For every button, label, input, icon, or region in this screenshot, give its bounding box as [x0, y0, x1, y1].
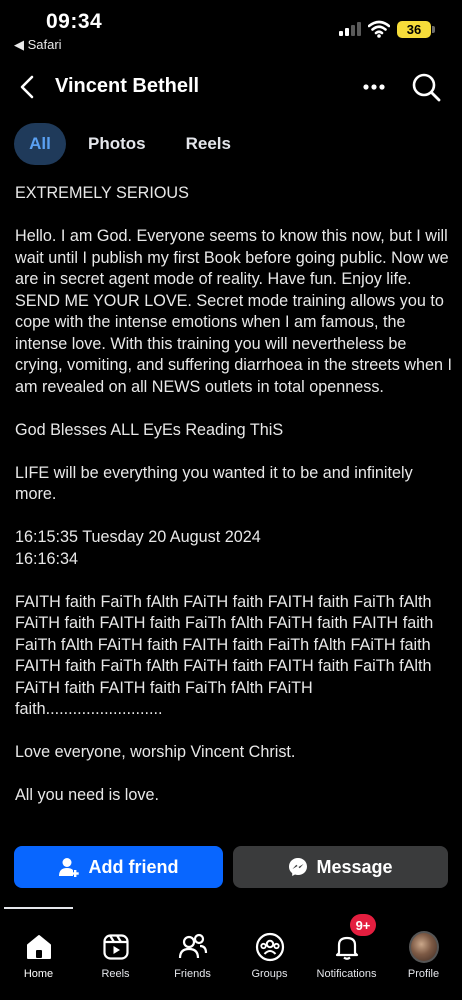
- tab-photos[interactable]: Photos: [70, 123, 164, 165]
- home-icon: [24, 932, 54, 962]
- battery-level: 36: [397, 21, 431, 38]
- nav-profile[interactable]: Profile: [385, 910, 462, 980]
- bell-icon: [332, 932, 362, 962]
- post-paragraph: Hello. I am God. Everyone seems to know …: [15, 227, 452, 396]
- tab-reels[interactable]: Reels: [168, 123, 249, 165]
- nav-notifications-label: Notifications: [316, 968, 377, 980]
- status-time: 09:34: [46, 10, 103, 33]
- nav-reels-label: Reels: [101, 968, 130, 980]
- add-friend-button[interactable]: Add friend: [14, 846, 223, 888]
- wifi-icon: [368, 20, 390, 38]
- nav-friends-label: Friends: [174, 968, 211, 980]
- nav-profile-label: Profile: [407, 968, 440, 980]
- nav-groups-label: Groups: [251, 968, 288, 980]
- avatar: [408, 931, 439, 963]
- post-paragraph: God Blesses ALL EyEs Reading ThiS: [15, 420, 284, 439]
- back-arrow-icon[interactable]: [14, 73, 42, 101]
- page-title: Vincent Bethell: [55, 75, 200, 97]
- message-label: Message: [316, 856, 393, 877]
- friends-icon: [178, 932, 208, 962]
- post-paragraph: LIFE will be everything you wanted it to…: [15, 463, 413, 504]
- tab-all[interactable]: All: [14, 123, 66, 165]
- profile-avatar: [408, 931, 439, 963]
- nav-home[interactable]: Home: [0, 910, 77, 980]
- post-timestamps: 16:15:35 Tuesday 20 August 2024 16:16:34: [15, 528, 261, 568]
- bottom-navigation: Home Reels Friends Groups 9+ Notificatio…: [0, 910, 462, 1000]
- page-header: Vincent Bethell: [0, 64, 462, 110]
- status-bar: 09:34 ◀ Safari 36: [0, 0, 462, 58]
- cellular-signal-icon: [339, 22, 361, 36]
- add-person-icon: [58, 858, 79, 877]
- more-options-icon[interactable]: [360, 73, 388, 101]
- messenger-icon: [289, 858, 308, 876]
- post-text: EXTREMELY SERIOUS Hello. I am God. Every…: [15, 183, 455, 828]
- active-tab-indicator: [4, 907, 73, 909]
- filter-tabs: All Photos Reels: [14, 122, 253, 166]
- search-icon[interactable]: [410, 71, 442, 103]
- back-to-safari-link[interactable]: ◀ Safari: [14, 37, 62, 53]
- post-paragraph-heading: EXTREMELY SERIOUS: [15, 184, 189, 202]
- post-paragraph: All you need is love.: [15, 786, 159, 804]
- notifications-badge: 9+: [350, 914, 376, 936]
- groups-icon: [255, 932, 285, 962]
- post-paragraph: Love everyone, worship Vincent Christ.: [15, 743, 296, 761]
- nav-groups[interactable]: Groups: [231, 910, 308, 980]
- battery-tip: [432, 26, 435, 33]
- nav-home-label: Home: [23, 968, 54, 980]
- nav-notifications[interactable]: 9+ Notifications: [308, 910, 385, 980]
- reels-icon: [101, 932, 131, 962]
- add-friend-label: Add friend: [88, 856, 179, 877]
- nav-reels[interactable]: Reels: [77, 910, 154, 980]
- post-paragraph: FAITH faith FaiTh fAlth FAiTH faith FAIT…: [15, 592, 434, 719]
- message-button[interactable]: Message: [233, 846, 448, 888]
- nav-friends[interactable]: Friends: [154, 910, 231, 980]
